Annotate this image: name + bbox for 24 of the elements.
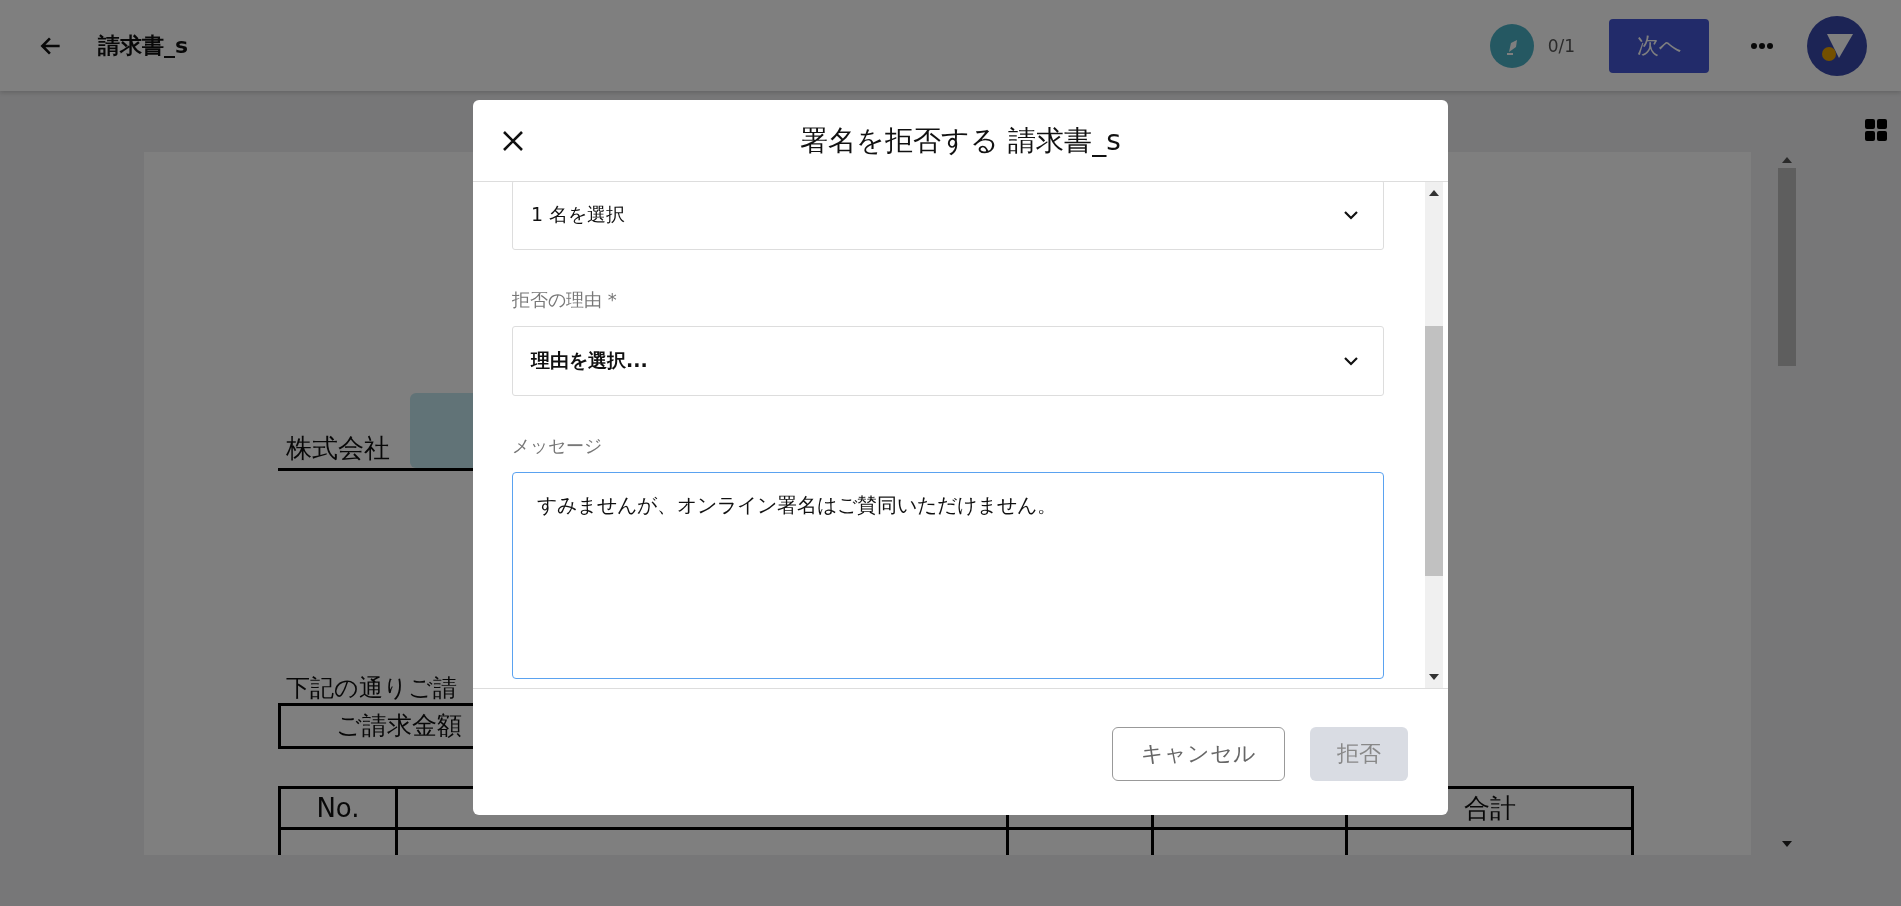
scrollbar[interactable] [1425,182,1443,688]
scroll-down-icon[interactable] [1429,674,1439,680]
scroll-up-icon[interactable] [1429,190,1439,196]
more-icon[interactable] [1749,41,1775,50]
document-title: 請求書_s [98,31,189,60]
cancel-button[interactable]: キャンセル [1112,727,1285,781]
grid-icon[interactable] [1864,118,1888,142]
select-field[interactable]: 理由を選択... [512,326,1384,396]
avatar-icon[interactable] [1807,15,1867,76]
field-label: メッセージ [512,434,603,458]
field-label: 拒否の理由 * [512,288,618,312]
chevron-down-icon [1344,210,1358,220]
dialog-title: 署名を拒否する 請求書_s [800,122,1121,159]
amount-label: ご請求金額 [336,711,462,740]
close-icon[interactable] [501,129,525,153]
invoice-intro: 下記の通りご請 [285,673,457,703]
company-name: 株式会社 [285,432,390,465]
pen-icon [1489,23,1534,68]
message-field[interactable]: すみませんが、オンライン署名はご賛同いただけません。 [512,472,1384,679]
scrollbar-thumb[interactable] [1778,168,1796,366]
select-field[interactable]: 1 名を選択 [512,182,1384,250]
progress-count: 0/1 [1547,35,1575,56]
table-header: No. [279,787,397,829]
chevron-down-icon [1344,356,1358,366]
